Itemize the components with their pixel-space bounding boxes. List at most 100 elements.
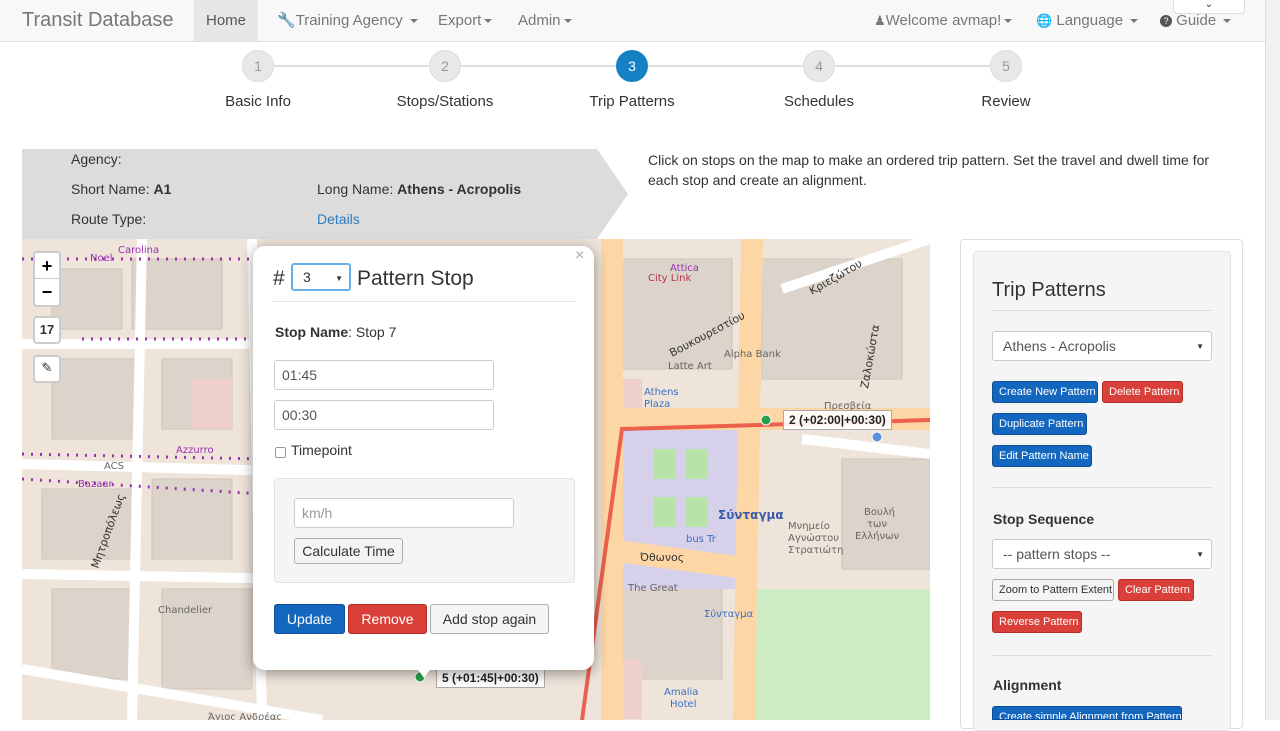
- zoom-in-button[interactable]: +: [35, 253, 59, 279]
- route-type-field: Route Type:: [71, 211, 146, 227]
- svg-text:The Great: The Great: [627, 583, 678, 594]
- stop-sequence-heading: Stop Sequence: [993, 511, 1095, 527]
- popup-close-button[interactable]: ×: [575, 247, 584, 265]
- svg-text:bus Tr: bus Tr: [686, 534, 717, 545]
- caret-down-icon: ▼: [1196, 342, 1204, 351]
- add-stop-again-button[interactable]: Add stop again: [430, 604, 549, 634]
- svg-text:Noel: Noel: [90, 253, 113, 264]
- pattern-stop-label[interactable]: 2 (+02:00|+00:30): [783, 410, 892, 430]
- zoom-level-indicator: 17: [33, 316, 61, 344]
- long-name-value: Athens - Acropolis: [397, 181, 522, 197]
- stop-name-value: Stop 7: [355, 324, 397, 340]
- svg-text:Σύνταγμα: Σύνταγμα: [704, 608, 754, 620]
- page-scrollbar[interactable]: [1265, 0, 1280, 720]
- caret-down-icon: ▼: [335, 274, 343, 283]
- wizard-step-trip-patterns[interactable]: 3 Trip Patterns: [552, 50, 712, 110]
- brand-title[interactable]: Transit Database: [22, 9, 174, 32]
- wizard-step-stops-stations[interactable]: 2 Stops/Stations: [365, 50, 525, 110]
- popup-tip: [414, 664, 434, 678]
- alignment-heading: Alignment: [993, 677, 1062, 693]
- step-number: 1: [242, 50, 274, 82]
- create-simple-alignment-button[interactable]: Create simple Alignment from Pattern: [992, 706, 1182, 720]
- svg-text:City Link: City Link: [648, 273, 691, 284]
- edit-pattern-name-button[interactable]: Edit Pattern Name: [992, 445, 1092, 467]
- svg-text:Chandelier: Chandelier: [158, 605, 213, 616]
- caret-down-icon: ▼: [1196, 550, 1204, 559]
- step-number: 4: [803, 50, 835, 82]
- wizard-step-basic-info[interactable]: 1 Basic Info: [178, 50, 338, 110]
- timepoint-label: Timepoint: [291, 442, 352, 458]
- svg-text:των: των: [867, 519, 887, 530]
- svg-text:Latte Art: Latte Art: [668, 361, 712, 372]
- nav-home-label: Home: [206, 12, 247, 29]
- details-link[interactable]: Details: [317, 211, 360, 227]
- stop-name-label: Stop Name: [275, 324, 349, 340]
- caret-down-icon: [1223, 19, 1232, 24]
- sequence-select[interactable]: 3 ▼: [291, 263, 351, 291]
- sequence-select-value: 3: [303, 269, 311, 285]
- step-label: Basic Info: [225, 93, 291, 110]
- nav-training-agency-label: Training Agency: [295, 12, 403, 29]
- nav-export-dropdown[interactable]: Export: [426, 0, 504, 41]
- caret-down-icon: [1130, 19, 1139, 24]
- nav-language-label: Language: [1056, 12, 1124, 29]
- svg-text:Hotel: Hotel: [670, 699, 697, 710]
- step-label: Schedules: [783, 93, 855, 110]
- short-name-value: A1: [153, 181, 172, 197]
- collapse-header-toggle[interactable]: ⌄: [1173, 0, 1245, 14]
- instructions-text: Click on stops on the map to make an ord…: [648, 152, 1210, 188]
- clear-pattern-button[interactable]: Clear Pattern: [1118, 579, 1194, 601]
- travel-time-input[interactable]: 01:45: [274, 360, 494, 390]
- svg-text:Carolina: Carolina: [118, 245, 159, 256]
- step-label: Review: [981, 93, 1031, 110]
- wizard-step-review[interactable]: 5 Review: [926, 50, 1086, 110]
- popup-divider: [273, 301, 575, 302]
- edit-draw-button[interactable]: ✎: [33, 355, 61, 383]
- dwell-time-input[interactable]: 00:30: [274, 400, 494, 430]
- timepoint-checkbox[interactable]: [275, 447, 286, 458]
- nav-language-dropdown[interactable]: 🌐 Language: [1024, 0, 1150, 41]
- pattern-stop-label[interactable]: 5 (+01:45|+00:30): [436, 668, 545, 688]
- nav-welcome-label: Welcome avmap!: [885, 12, 1002, 29]
- zoom-to-pattern-extent-button[interactable]: Zoom to Pattern Extent: [992, 579, 1114, 601]
- calculate-time-button[interactable]: Calculate Time: [294, 538, 403, 564]
- caret-down-icon: [484, 19, 493, 24]
- wizard-step-schedules[interactable]: 4 Schedules: [739, 50, 899, 110]
- caret-down-icon: [409, 19, 418, 24]
- nav-training-agency-dropdown[interactable]: 🔧Training Agency: [265, 0, 430, 41]
- nav-export-label: Export: [438, 12, 482, 29]
- remove-button[interactable]: Remove: [348, 604, 427, 634]
- edit-icon: ✎: [41, 360, 53, 375]
- svg-text:Βουλή: Βουλή: [864, 506, 895, 518]
- svg-text:Όθωνος: Όθωνος: [639, 551, 684, 564]
- caret-down-icon: [1004, 19, 1013, 24]
- pattern-select-value: Athens - Acropolis: [1003, 338, 1116, 354]
- update-button[interactable]: Update: [274, 604, 345, 634]
- pattern-select[interactable]: Athens - Acropolis ▼: [992, 331, 1212, 361]
- stop-name-field: Stop Name: Stop 7: [275, 324, 397, 340]
- nav-home[interactable]: Home: [194, 0, 259, 41]
- sequence-hash: #: [273, 267, 285, 290]
- short-name-label: Short Name:: [71, 181, 150, 197]
- route-type-label: Route Type:: [71, 211, 147, 227]
- svg-text:Alpha Bank: Alpha Bank: [724, 349, 781, 360]
- agency-label: Agency:: [71, 151, 122, 167]
- nav-user-dropdown[interactable]: ♟Welcome avmap!: [862, 0, 1024, 41]
- svg-text:ACS: ACS: [104, 461, 124, 472]
- reverse-pattern-button[interactable]: Reverse Pattern: [992, 611, 1082, 633]
- step-number: 2: [429, 50, 461, 82]
- delete-pattern-button[interactable]: Delete Pattern: [1102, 381, 1183, 403]
- svg-text:Plaza: Plaza: [644, 399, 670, 410]
- long-name-field: Long Name: Athens - Acropolis: [317, 181, 521, 197]
- zoom-out-button[interactable]: −: [35, 279, 59, 305]
- duplicate-pattern-button[interactable]: Duplicate Pattern: [992, 413, 1087, 435]
- nav-admin-dropdown[interactable]: Admin: [506, 0, 584, 41]
- panel-divider: [992, 487, 1212, 488]
- step-number: 3: [616, 50, 648, 82]
- stop-sequence-select[interactable]: -- pattern stops -- ▼: [992, 539, 1212, 569]
- create-new-pattern-button[interactable]: Create New Pattern: [992, 381, 1098, 403]
- globe-icon: 🌐: [1036, 13, 1053, 28]
- panel-title: Trip Patterns: [992, 279, 1106, 301]
- speed-input[interactable]: km/h: [294, 498, 514, 528]
- step-label: Stops/Stations: [396, 93, 494, 110]
